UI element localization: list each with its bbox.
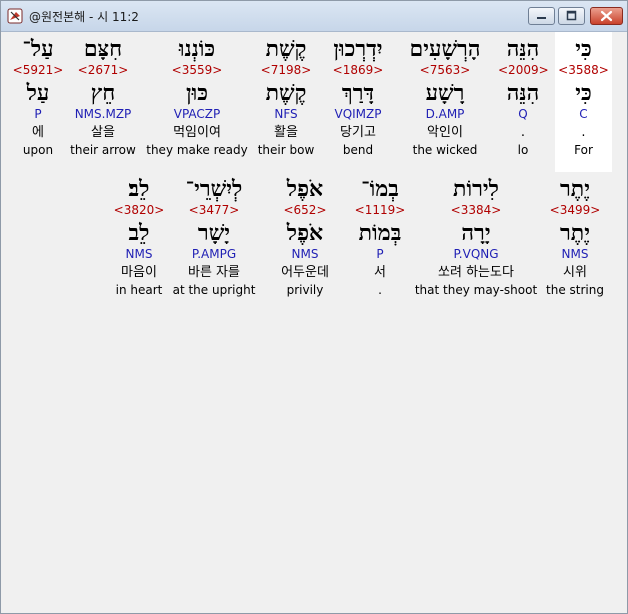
morphology-code: NMS — [291, 247, 319, 261]
lemma: יָרָה — [461, 220, 491, 246]
hebrew-word: כּוֹנְנוּ — [178, 36, 216, 62]
lemma: רָשָׁע — [425, 80, 465, 106]
maximize-button[interactable] — [558, 7, 585, 25]
english-gloss: their arrow — [70, 143, 136, 157]
lemma: קֶשֶׁת — [265, 80, 307, 106]
minimize-button[interactable] — [528, 7, 555, 25]
word-column[interactable]: הִנֵּה <2009> הִנֵּה Q . lo — [498, 36, 549, 160]
hebrew-word: יֶתֶר — [560, 176, 590, 202]
morphology-code: VPACZP — [173, 107, 221, 121]
lemma: יֶתֶר — [560, 220, 590, 246]
english-gloss: they make ready — [146, 143, 248, 157]
word-column[interactable]: חִצָּם <2671> חֵץ NMS.MZP 살을 their arrow — [66, 38, 140, 160]
window-title: @원전본해 - 시 11:2 — [29, 10, 139, 24]
english-gloss: the wicked — [412, 143, 478, 157]
english-gloss: at the upright — [172, 283, 256, 297]
morphology-code: P.AMPG — [191, 247, 237, 261]
hebrew-word: יִדְרְכוּן — [333, 36, 383, 62]
korean-gloss: . — [581, 125, 586, 140]
hebrew-word: לֵב׃ — [128, 176, 150, 202]
hebrew-word: לִירוֹת — [453, 176, 499, 202]
app-window: @원전본해 - 시 11:2 כִּי <3588> כִּי C . For … — [0, 0, 628, 614]
word-column[interactable]: קֶשֶׁת <7198> קֶשֶׁת NFS 활을 their bow — [254, 38, 318, 160]
korean-gloss: 당기고 — [340, 125, 376, 140]
lemma: לֵב — [128, 220, 150, 246]
hebrew-word: כִּי — [575, 36, 592, 62]
korean-gloss: . — [520, 125, 526, 140]
hebrew-word: בְמוֹ־ — [361, 176, 399, 202]
korean-gloss: 시위 — [563, 265, 587, 280]
english-gloss: in heart — [115, 283, 163, 297]
hebrew-word: הָרְשָׁעִים — [409, 36, 481, 62]
hebrew-word: חִצָּם — [83, 36, 123, 62]
english-gloss: the string — [546, 283, 604, 297]
word-column[interactable]: לְיִשְׁרֵי־ <3477> יָשָׁר P.AMPG 바른 자를 a… — [172, 178, 256, 300]
word-column[interactable]: כִּי <3588> כִּי C . For — [555, 38, 612, 160]
maximize-icon — [566, 10, 577, 21]
word-column[interactable]: הָרְשָׁעִים <7563> רָשָׁע D.AMP 악인이 the … — [402, 38, 488, 160]
english-gloss: upon — [22, 143, 54, 157]
english-gloss: . — [378, 283, 382, 297]
lemma: כִּי — [575, 80, 592, 106]
morphology-code: P — [376, 247, 384, 261]
lemma: הִנֵּה — [506, 80, 540, 106]
korean-gloss: 서 — [374, 265, 386, 280]
word-column[interactable]: אֹפֶל <652> אֹפֶל NMS 어두운데 privily — [270, 178, 340, 300]
word-column[interactable]: לִירוֹת <3384> יָרָה P.VQNG 쏘려 하는도다 that… — [412, 178, 540, 300]
close-icon — [600, 10, 613, 22]
english-gloss: that they may-shoot — [414, 283, 538, 297]
lemma: כּוּן — [186, 80, 208, 106]
morphology-code: NFS — [274, 107, 298, 121]
word-column[interactable]: יֶתֶר <3499> יֶתֶר NMS 시위 the string — [544, 178, 606, 300]
lemma: עַל — [26, 80, 50, 106]
word-column[interactable]: בְמוֹ־ <1119> בְּמוֹת P 서 . — [352, 178, 408, 300]
hebrew-word: הִנֵּה — [506, 36, 540, 62]
english-gloss: bend — [342, 143, 374, 157]
korean-gloss: 쏘려 하는도다 — [438, 265, 514, 280]
hebrew-word: עַל־ — [22, 36, 54, 62]
minimize-icon — [537, 17, 546, 19]
interlinear-view: כִּי <3588> כִּי C . For הִנֵּה <2009> ה… — [4, 32, 624, 610]
morphology-code: NMS.MZP — [74, 107, 132, 121]
morphology-code: C — [579, 107, 588, 121]
morphology-code: NMS — [561, 247, 589, 261]
english-gloss: their bow — [257, 143, 315, 157]
lemma: בְּמוֹת — [358, 220, 402, 246]
word-column[interactable]: עַל־ <5921> עַל P 에 upon — [10, 38, 66, 160]
korean-gloss: 살을 — [91, 125, 115, 140]
english-gloss: For — [574, 143, 593, 157]
morphology-code: Q — [518, 107, 528, 121]
lemma: חֵץ — [90, 80, 116, 106]
korean-gloss: 악인이 — [427, 125, 463, 140]
word-column[interactable]: יִדְרְכוּן <1869> דָּרַךְ VQIMZP 당기고 ben… — [322, 38, 394, 160]
korean-gloss: 어두운데 — [281, 265, 329, 280]
title-bar[interactable]: @원전본해 - 시 11:2 — [1, 1, 627, 32]
korean-gloss: 에 — [32, 125, 44, 140]
korean-gloss: 바른 자를 — [188, 265, 240, 280]
hebrew-word: קֶשֶׁת — [265, 36, 307, 62]
app-icon — [7, 8, 23, 24]
lemma: אֹפֶל — [286, 220, 324, 246]
word-column[interactable]: כּוֹנְנוּ <3559> כּוּן VPACZP 먹임이여 they … — [144, 38, 250, 160]
morphology-code: NMS — [125, 247, 153, 261]
morphology-code: P.VQNG — [453, 247, 499, 261]
english-gloss: lo — [517, 143, 529, 157]
word-column[interactable]: לֵב׃ <3820> לֵב NMS 마음이 in heart — [108, 178, 170, 300]
morphology-code: P — [34, 107, 42, 121]
morphology-code: VQIMZP — [334, 107, 382, 121]
close-button[interactable] — [590, 7, 623, 25]
korean-gloss: 활을 — [274, 125, 298, 140]
korean-gloss: 먹임이여 — [173, 125, 221, 140]
lemma: יָשָׁר — [197, 220, 231, 246]
hebrew-word: לְיִשְׁרֵי־ — [185, 176, 243, 202]
korean-gloss: 마음이 — [121, 265, 157, 280]
morphology-code: D.AMP — [425, 107, 465, 121]
lemma: דָּרַךְ — [341, 80, 375, 106]
english-gloss: privily — [286, 283, 324, 297]
hebrew-word: אֹפֶל — [286, 176, 324, 202]
